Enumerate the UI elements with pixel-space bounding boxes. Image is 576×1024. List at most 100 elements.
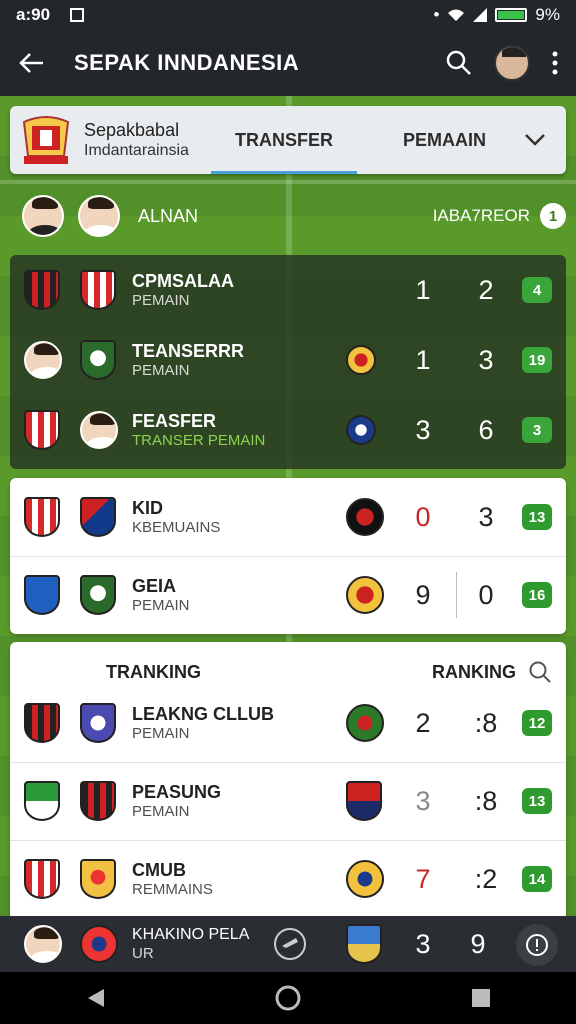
list-item[interactable]: CMUB REMMAINS 7 :2 14 [10, 844, 566, 914]
club-crest [24, 270, 60, 310]
ranking-card: TRANKING RANKING LEAKNG CLLUB PEMAIN 2 :… [10, 642, 566, 920]
score-home: 3 [415, 785, 431, 816]
info-button[interactable] [516, 924, 558, 966]
battery-icon [495, 8, 528, 22]
row-name: CMUB [132, 860, 186, 881]
player-avatar [80, 411, 118, 449]
club-crest [80, 925, 118, 963]
list-item[interactable]: GEIA PEMAIN 9 0 16 [10, 560, 566, 630]
score-away: 9 [470, 928, 486, 959]
row-sub: PEMAIN [132, 596, 190, 614]
row-text: CPMSALAA PEMAIN [132, 271, 234, 309]
info-icon [526, 934, 548, 956]
back-arrow-icon[interactable] [18, 52, 44, 74]
club-crest [24, 575, 60, 615]
row-text: TEANSERRR PEMAIN [132, 341, 244, 379]
row-sub: TRANSER PEMAIN [132, 431, 266, 449]
nav-back-icon[interactable] [84, 987, 106, 1009]
player-avatar[interactable] [22, 195, 64, 237]
app-title: SEPAK INNDANESIA [74, 50, 300, 75]
header-player-name: ALNAN [138, 205, 199, 226]
row-name: CPMSALAA [132, 271, 234, 292]
tab-pemain[interactable]: PEMAAIN [399, 106, 490, 174]
score-home: 7 [415, 863, 431, 894]
search-icon[interactable] [528, 660, 552, 684]
club-crest [24, 410, 60, 450]
list-item[interactable]: PEASUNG PEMAIN 3 :8 13 [10, 766, 566, 836]
nav-recents-icon[interactable] [470, 987, 492, 1009]
profile-avatar[interactable] [494, 45, 530, 81]
opponent-crest [346, 498, 384, 536]
row-text: KHAKINO PELA UR [132, 926, 249, 962]
header-count-badge[interactable]: 1 [540, 203, 566, 229]
signal-icon [473, 8, 488, 22]
list-item[interactable]: CPMSALAA PEMAIN 1 2 4 [10, 255, 566, 325]
club-crest [24, 859, 60, 899]
score-home: 1 [415, 274, 431, 305]
row-sub: UR [132, 944, 154, 962]
list-item[interactable]: KHAKINO PELA UR 3 9 [10, 909, 566, 979]
count-badge: 13 [522, 788, 552, 814]
score-home: 3 [415, 414, 431, 445]
opponent-crest [346, 781, 382, 821]
opponent-crest [346, 860, 384, 898]
ranking-label: RANKING [432, 661, 516, 682]
header-right-label: IABA7REOR [432, 206, 530, 225]
score-home: 1 [415, 344, 431, 375]
row-name: PEASUNG [132, 782, 222, 803]
club-name-line1: Sepakbabal [84, 119, 180, 140]
more-vert-icon[interactable] [552, 51, 558, 75]
battery-percent: 9% [535, 5, 560, 24]
score-home: 0 [415, 501, 431, 532]
ranking-title: TRANKING [106, 661, 201, 682]
club-crest [80, 497, 116, 537]
count-badge: 19 [522, 347, 552, 373]
chevron-down-icon[interactable] [524, 133, 546, 147]
count-badge: 16 [522, 582, 552, 608]
list-item[interactable]: TEANSERRR PEMAIN 1 3 19 [10, 325, 566, 395]
club-name-line2: Imdantarainsia [84, 142, 189, 160]
row-divider [10, 762, 566, 763]
row-name: KID [132, 498, 163, 519]
list-item[interactable]: KID KBEMUAINS 0 3 13 [10, 482, 566, 552]
whistle-icon[interactable] [272, 926, 308, 962]
club-crest [80, 340, 116, 380]
row-sub: PEMAIN [132, 724, 190, 742]
score-away: :8 [474, 785, 498, 816]
status-right: • 9% [433, 5, 560, 25]
player-avatar-2[interactable] [78, 195, 120, 237]
search-icon[interactable] [446, 50, 472, 76]
club-name: Sepakbabal Imdantarainsia [84, 120, 189, 161]
club-crest [80, 575, 116, 615]
club-crest [24, 781, 60, 821]
row-name: TEANSERRR [132, 341, 245, 362]
nav-home-icon[interactable] [274, 984, 302, 1012]
score-away: 2 [478, 274, 494, 305]
count-badge: 12 [522, 710, 552, 736]
score-away: 3 [478, 501, 494, 532]
row-text: GEIA PEMAIN [132, 576, 190, 614]
list-item[interactable]: FEASFER TRANSER PEMAIN 3 6 3 [10, 395, 566, 465]
score-away: 3 [478, 344, 494, 375]
club-logo [18, 112, 74, 168]
row-divider [10, 556, 566, 557]
player-avatar [24, 341, 62, 379]
score-home: 9 [415, 579, 431, 610]
row-text: LEAKNG CLLUB PEMAIN [132, 704, 274, 742]
transfer-dark-card: CPMSALAA PEMAIN 1 2 4 TEANSERRR PEMAIN 1… [10, 255, 566, 469]
row-name: GEIA [132, 576, 177, 597]
count-badge: 13 [522, 504, 552, 530]
bottom-player-bar: KHAKINO PELA UR 3 9 [0, 916, 576, 972]
club-crest [24, 497, 60, 537]
row-name: KHAKINO PELA [132, 926, 250, 944]
list-item[interactable]: LEAKNG CLLUB PEMAIN 2 :8 12 [10, 688, 566, 758]
score-home: 3 [415, 928, 431, 959]
row-text: PEASUNG PEMAIN [132, 782, 221, 820]
opponent-crest [346, 704, 384, 742]
tab-transfer[interactable]: TRANSFER [210, 106, 357, 174]
score-away: 0 [478, 579, 494, 610]
ranking-right: RANKING [432, 660, 552, 684]
club-crest [24, 703, 60, 743]
club-crest [80, 270, 116, 310]
appbar-actions [446, 45, 558, 81]
